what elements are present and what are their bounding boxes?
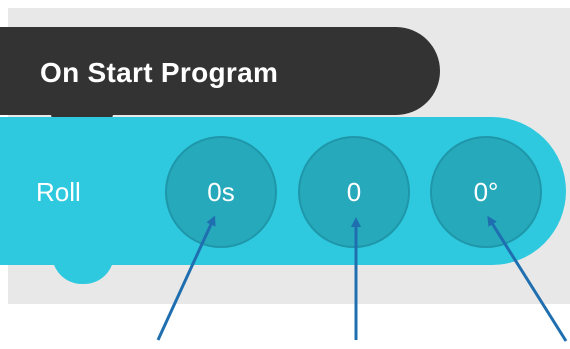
roll-duration-input[interactable]: 0s <box>165 136 277 248</box>
roll-speed-input[interactable]: 0 <box>298 136 410 248</box>
roll-heading-input[interactable]: 0° <box>430 136 542 248</box>
roll-block-label: Roll <box>36 177 81 207</box>
start-block-label: On Start Program <box>40 57 279 88</box>
